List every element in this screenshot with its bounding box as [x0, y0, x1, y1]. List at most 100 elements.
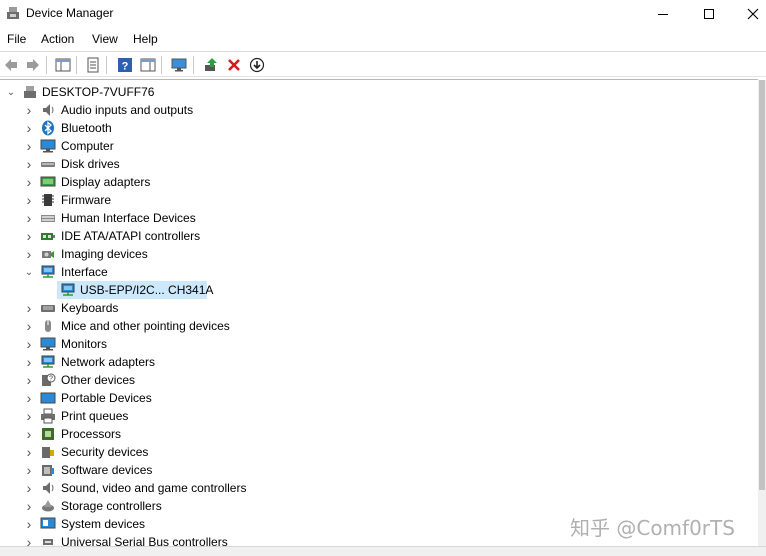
disable-device-button[interactable]: [248, 56, 266, 74]
chevron-right-icon[interactable]: ›: [24, 335, 34, 353]
chevron-right-icon[interactable]: ›: [24, 119, 34, 137]
chevron-right-icon[interactable]: ›: [24, 299, 34, 317]
tree-category[interactable]: › Computer: [0, 137, 300, 155]
chevron-right-icon[interactable]: ›: [24, 191, 34, 209]
device-tree[interactable]: ⌄ DESKTOP-7VUFF76 › Audio inputs and outp…: [0, 79, 758, 556]
display-adapter-icon: [40, 174, 56, 190]
tree-category[interactable]: › Disk drives: [0, 155, 300, 173]
tree-category[interactable]: › Security devices: [0, 443, 300, 461]
chevron-right-icon[interactable]: ›: [24, 173, 34, 191]
chevron-right-icon[interactable]: ›: [24, 371, 34, 389]
tree-category-label: Network adapters: [61, 355, 156, 369]
chevron-right-icon[interactable]: ›: [24, 461, 34, 479]
menu-file[interactable]: File: [7, 32, 26, 46]
close-button[interactable]: [730, 0, 766, 28]
tree-category[interactable]: › Monitors: [0, 335, 300, 353]
tree-category-label: Print queues: [61, 409, 129, 423]
help-button[interactable]: ?: [116, 56, 134, 74]
chevron-right-icon[interactable]: ›: [24, 479, 34, 497]
monitor-icon: [40, 336, 56, 352]
chevron-right-icon[interactable]: ›: [24, 317, 34, 335]
chevron-right-icon[interactable]: ›: [24, 245, 34, 263]
properties-button[interactable]: [84, 56, 102, 74]
ide-controller-icon: [40, 228, 56, 244]
tree-category-label: Firmware: [61, 193, 111, 207]
chevron-right-icon[interactable]: ›: [24, 389, 34, 407]
chevron-right-icon[interactable]: ›: [24, 443, 34, 461]
tree-category[interactable]: ⌄ Interface: [0, 263, 300, 281]
chevron-right-icon[interactable]: ›: [24, 425, 34, 443]
back-button[interactable]: [2, 56, 20, 74]
chevron-right-icon[interactable]: ›: [24, 497, 34, 515]
menu-help[interactable]: Help: [133, 32, 158, 46]
tree-category[interactable]: › Bluetooth: [0, 119, 300, 137]
chevron-down-icon[interactable]: ⌄: [24, 263, 34, 281]
software-icon: [40, 462, 56, 478]
maximize-button[interactable]: [686, 0, 732, 28]
camera-icon: [40, 246, 56, 262]
minimize-button[interactable]: [640, 0, 686, 28]
uninstall-device-button[interactable]: [225, 56, 243, 74]
tree-category-label: Bluetooth: [61, 121, 112, 135]
tree-category-label: Interface: [61, 265, 108, 279]
unknown-device-icon: ?: [40, 372, 56, 388]
tree-category[interactable]: › Keyboards: [0, 299, 300, 317]
tree-category-label: Monitors: [61, 337, 108, 351]
hid-icon: [40, 210, 56, 226]
chevron-right-icon[interactable]: ›: [24, 227, 34, 245]
tree-category[interactable]: › System devices: [0, 515, 300, 533]
tree-category[interactable]: › Human Interface Devices: [0, 209, 300, 227]
tree-category[interactable]: › Display adapters: [0, 173, 300, 191]
disk-drive-icon: [40, 156, 56, 172]
security-icon: [40, 444, 56, 460]
tree-category[interactable]: › Sound, video and game controllers: [0, 479, 300, 497]
chevron-right-icon[interactable]: ›: [24, 155, 34, 173]
chevron-down-icon[interactable]: ⌄: [6, 83, 16, 101]
action-pane-button[interactable]: [139, 56, 157, 74]
chevron-right-icon[interactable]: ›: [24, 209, 34, 227]
tree-category-label: Sound, video and game controllers: [61, 481, 247, 495]
tree-category-label: Portable Devices: [61, 391, 152, 405]
menu-action[interactable]: Action: [41, 32, 74, 46]
tree-category-label: Display adapters: [61, 175, 151, 189]
chevron-right-icon[interactable]: ›: [24, 353, 34, 371]
tree-category[interactable]: › Software devices: [0, 461, 300, 479]
chevron-right-icon[interactable]: ›: [24, 407, 34, 425]
vertical-scrollbar[interactable]: [758, 80, 766, 556]
toolbar-separator: [193, 56, 194, 74]
chevron-right-icon[interactable]: ›: [24, 515, 34, 533]
chevron-right-icon[interactable]: ›: [24, 101, 34, 119]
tree-category-label: Security devices: [61, 445, 149, 459]
tree-category[interactable]: › Audio inputs and outputs: [0, 101, 300, 119]
chip-icon: [40, 192, 56, 208]
console-tree-icon: [55, 58, 71, 72]
tree-category-label: Human Interface Devices: [61, 211, 196, 225]
tree-category[interactable]: › Portable Devices: [0, 389, 300, 407]
forward-button[interactable]: [24, 56, 42, 74]
scan-hardware-changes-button[interactable]: [170, 56, 188, 74]
tree-category[interactable]: › Print queues: [0, 407, 300, 425]
printer-icon: [40, 408, 56, 424]
tree-category[interactable]: › Processors: [0, 425, 300, 443]
help-icon: ?: [118, 58, 132, 73]
chevron-right-icon[interactable]: ›: [24, 137, 34, 155]
storage-icon: [40, 498, 56, 514]
tree-category[interactable]: › Network adapters: [0, 353, 300, 371]
tree-category[interactable]: ›? Other devices: [0, 371, 300, 389]
tree-device-item[interactable]: USB-EPP/I2C... CH341A: [57, 281, 213, 299]
red-x-icon: [228, 59, 240, 71]
tree-category[interactable]: › Storage controllers: [0, 497, 300, 515]
show-hide-console-tree-button[interactable]: [54, 56, 72, 74]
update-driver-button[interactable]: [202, 56, 220, 74]
toolbar-separator: [76, 56, 77, 74]
tree-category[interactable]: › Imaging devices: [0, 245, 300, 263]
tree-category[interactable]: › Firmware: [0, 191, 300, 209]
forward-arrow-icon: [27, 59, 39, 71]
menu-view[interactable]: View: [92, 32, 118, 46]
scrollbar-thumb[interactable]: [759, 80, 765, 490]
tree-category-label: Computer: [61, 139, 114, 153]
tree-category[interactable]: › IDE ATA/ATAPI controllers: [0, 227, 300, 245]
tree-category[interactable]: › Mice and other pointing devices: [0, 317, 300, 335]
window-title: Device Manager: [26, 6, 114, 20]
tree-root[interactable]: ⌄ DESKTOP-7VUFF76: [0, 83, 300, 101]
